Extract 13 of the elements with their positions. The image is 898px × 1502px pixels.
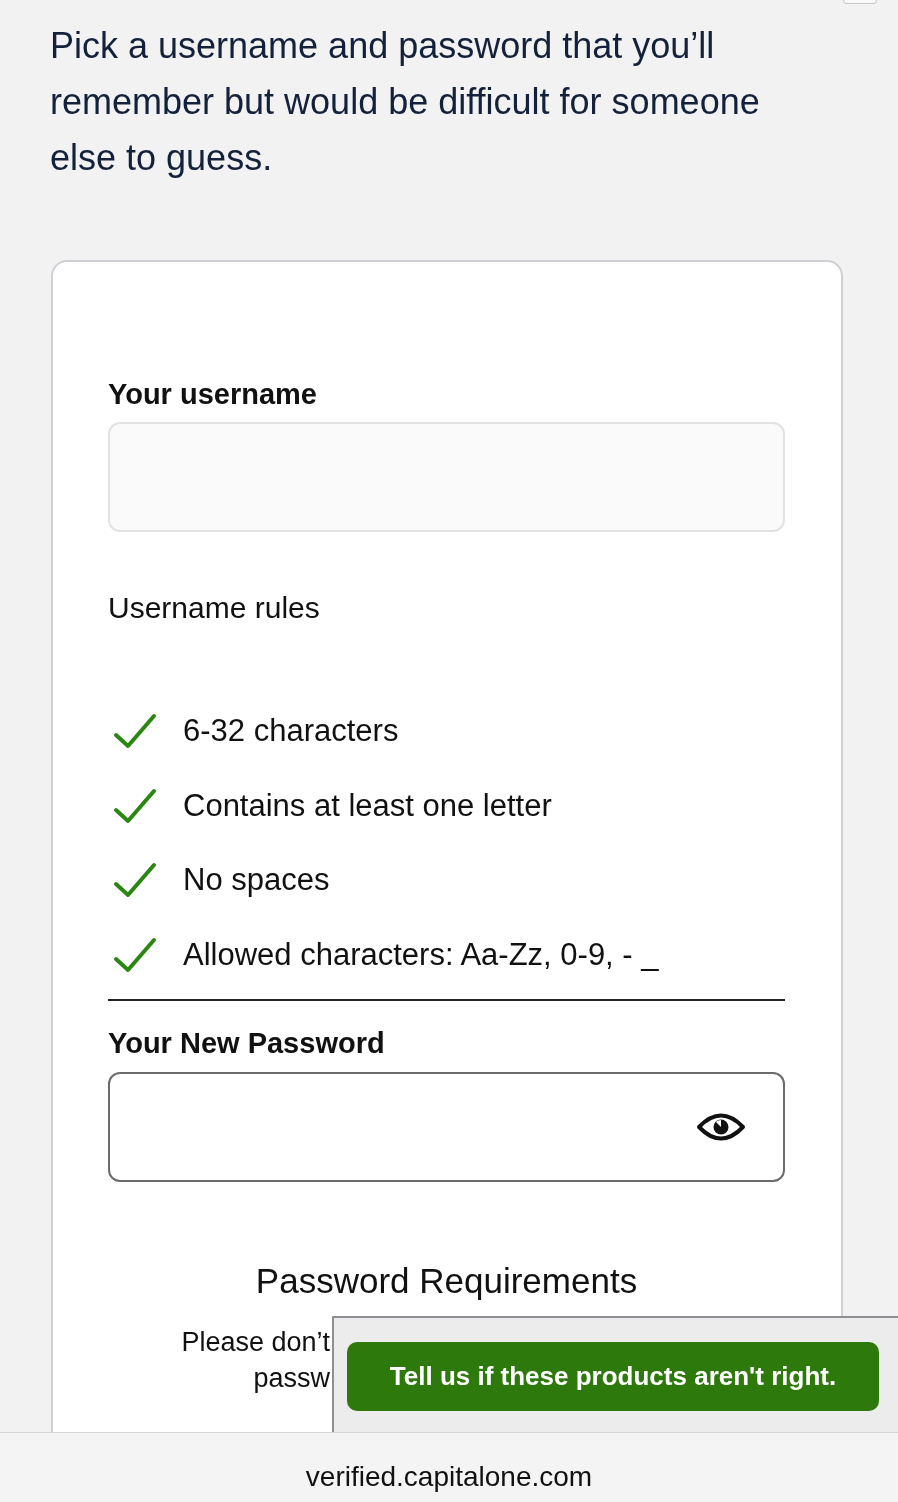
rule-text: Allowed characters: Aa-Zz, 0-9, - _ (183, 935, 659, 974)
feedback-button[interactable]: Tell us if these products aren't right. (347, 1342, 879, 1411)
rule-text: Contains at least one letter (183, 786, 552, 825)
rule-text: No spaces (183, 861, 330, 899)
rule-text: 6-32 characters (183, 712, 399, 750)
section-heading: Password Requirements (254, 1259, 639, 1302)
password-field[interactable] (108, 1071, 785, 1182)
rules-heading: Username rules (108, 590, 321, 626)
url-text[interactable]: verified.capitalone.com (305, 1460, 593, 1494)
field-label: Your username (108, 377, 318, 412)
field-label: Your New Password (108, 1025, 386, 1061)
requirements-text: Please don’t passw (180, 1325, 330, 1395)
intro-text: Pick a username and password that you’ll remember but would be difficult for someone else to guess. (50, 24, 761, 180)
